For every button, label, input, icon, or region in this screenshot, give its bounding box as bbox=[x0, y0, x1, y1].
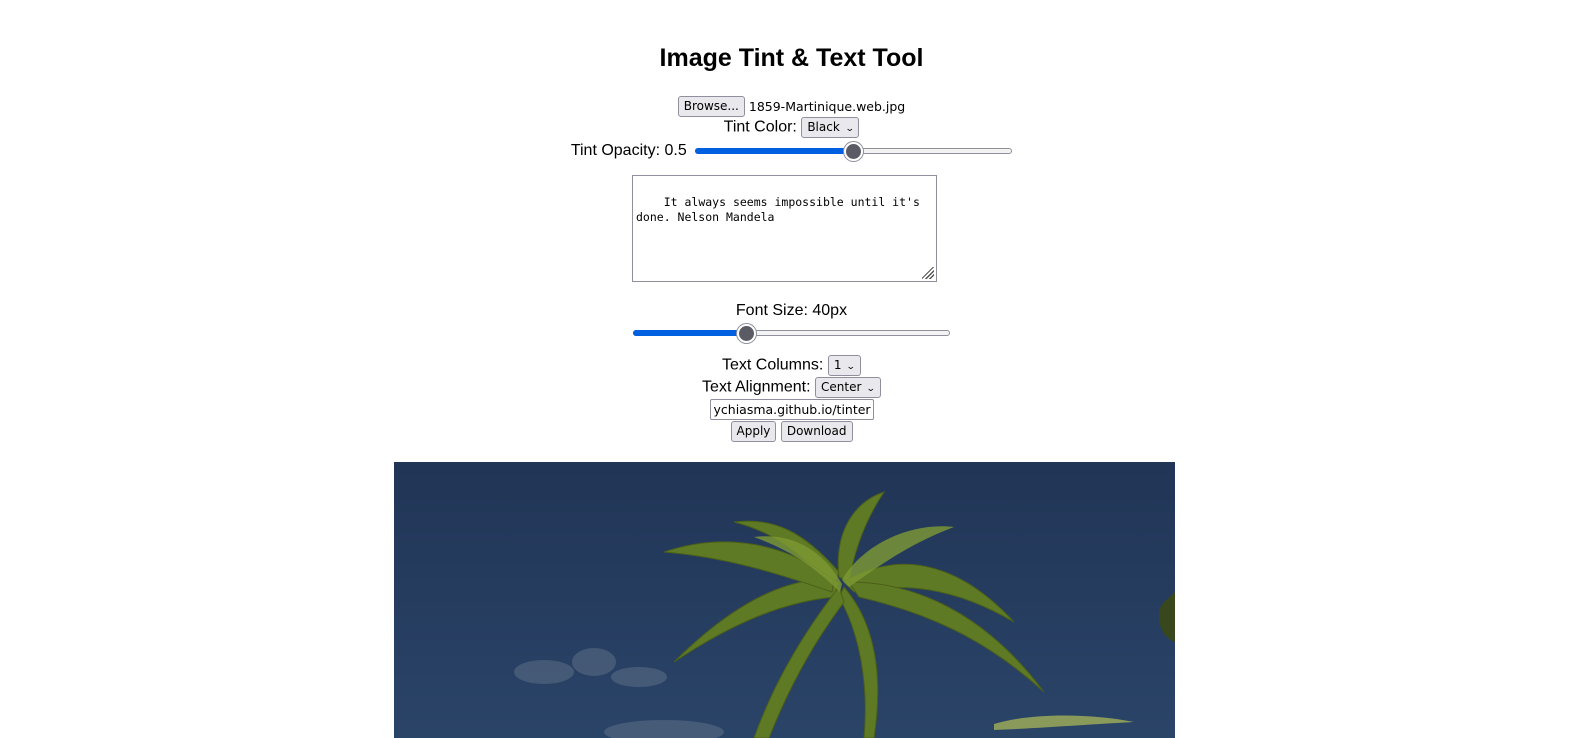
overlay-text-area[interactable]: It always seems impossible until it's do… bbox=[632, 175, 937, 282]
preview-image bbox=[394, 462, 1175, 738]
slider-thumb[interactable] bbox=[737, 324, 757, 343]
browse-button[interactable]: Browse... bbox=[677, 96, 745, 117]
apply-button[interactable]: Apply bbox=[730, 421, 777, 442]
watermark-input[interactable]: ychiasma.github.io/tinter bbox=[709, 399, 874, 420]
text-columns-label: Text Columns: bbox=[721, 356, 824, 374]
chevron-down-icon: ⌄ bbox=[844, 124, 855, 134]
text-columns-select[interactable]: 1 ⌄ bbox=[827, 355, 861, 376]
tint-color-label: Tint Color: bbox=[723, 118, 797, 136]
resize-grip-icon[interactable] bbox=[922, 267, 934, 279]
actions-row: Apply Download bbox=[0, 421, 1583, 442]
font-size-label: Font Size: 40px bbox=[735, 302, 848, 319]
slider-thumb[interactable] bbox=[844, 142, 864, 161]
text-columns-row: Text Columns: 1 ⌄ bbox=[0, 355, 1583, 376]
text-alignment-label: Text Alignment: bbox=[702, 378, 811, 396]
slider-fill bbox=[695, 148, 854, 154]
chevron-down-icon: ⌄ bbox=[866, 384, 877, 394]
tint-color-row: Tint Color: Black ⌄ bbox=[0, 117, 1583, 138]
file-row: Browse... 1859-Martinique.web.jpg bbox=[0, 96, 1583, 117]
overlay-text: It always seems impossible until it's do… bbox=[636, 195, 927, 224]
tint-opacity-row: Tint Opacity: 0.5 bbox=[0, 141, 1583, 161]
text-alignment-select[interactable]: Center ⌄ bbox=[815, 377, 881, 398]
font-size-slider-row bbox=[0, 323, 1583, 343]
text-alignment-value: Center bbox=[821, 380, 862, 394]
tint-opacity-slider[interactable] bbox=[695, 141, 1013, 161]
text-alignment-row: Text Alignment: Center ⌄ bbox=[0, 377, 1583, 398]
tint-color-select[interactable]: Black ⌄ bbox=[801, 117, 860, 138]
font-size-slider[interactable] bbox=[633, 323, 950, 343]
watermark-row: ychiasma.github.io/tinter bbox=[0, 399, 1583, 420]
page: Image Tint & Text Tool Browse... 1859-Mar… bbox=[0, 0, 1583, 738]
chevron-down-icon: ⌄ bbox=[846, 362, 857, 372]
tint-opacity-label: Tint Opacity: 0.5 bbox=[570, 142, 687, 159]
selected-file-name: 1859-Martinique.web.jpg bbox=[748, 99, 906, 114]
font-size-row: Font Size: 40px bbox=[0, 302, 1583, 320]
palm-photo bbox=[394, 462, 1175, 738]
text-columns-value: 1 bbox=[833, 358, 842, 372]
page-title: Image Tint & Text Tool bbox=[659, 44, 924, 72]
tint-color-value: Black bbox=[807, 120, 840, 134]
slider-fill bbox=[633, 330, 747, 336]
download-button[interactable]: Download bbox=[780, 421, 853, 442]
